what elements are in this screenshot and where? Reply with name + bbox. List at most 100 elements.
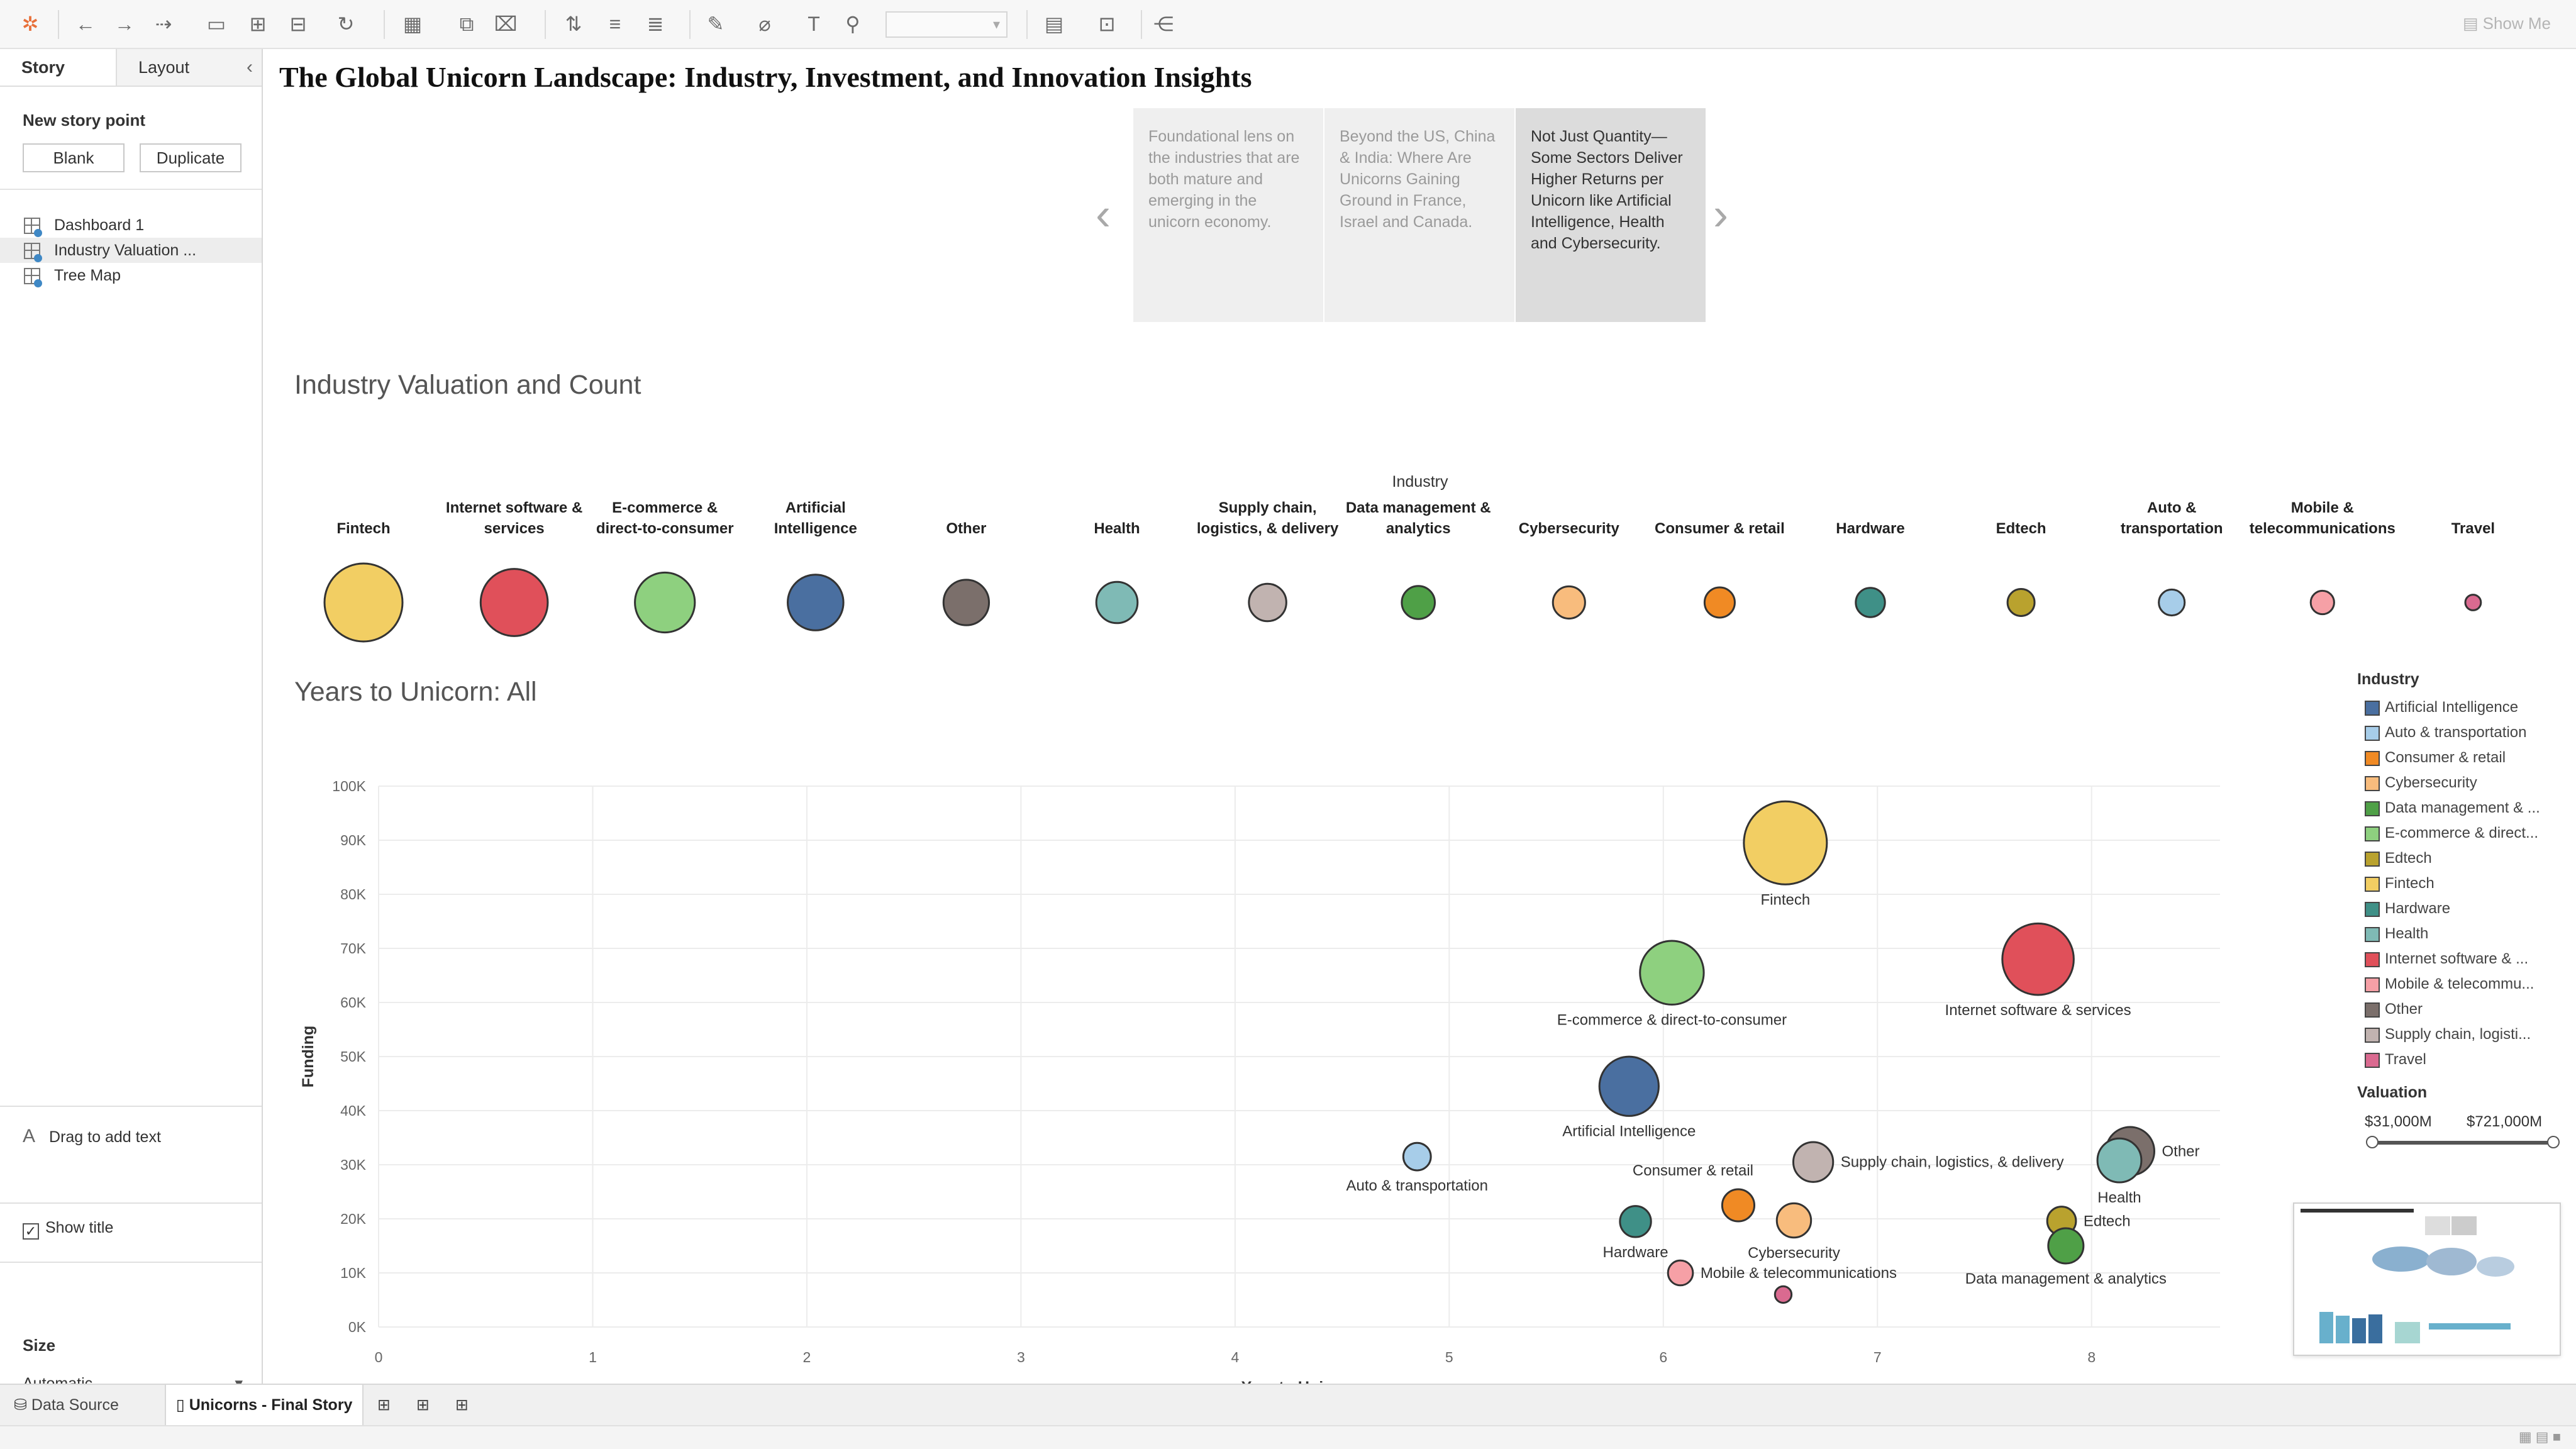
previous-point-icon[interactable]: ‹ — [1096, 189, 1111, 240]
blank-button[interactable]: Blank — [23, 143, 125, 172]
undo-icon[interactable]: ← — [73, 11, 98, 36]
valuation-slider[interactable] — [2366, 1133, 2560, 1152]
duplicate-sheet-icon[interactable]: ⧉ — [454, 11, 479, 36]
show-me-icon: ▤ — [2462, 14, 2483, 33]
save-icon[interactable]: ▭ — [204, 11, 229, 36]
point-artificial-intelligence[interactable] — [1598, 1055, 1660, 1117]
point-cybersecurity[interactable] — [1775, 1202, 1813, 1239]
slider-handle-max[interactable] — [2547, 1136, 2560, 1148]
point-supply-chain-logistics-delivery[interactable] — [1792, 1141, 1835, 1183]
point-health[interactable] — [2096, 1137, 2143, 1184]
data-source-tab[interactable]: ⛁ Data Source — [4, 1385, 129, 1425]
clear-sheet-icon[interactable]: ⌧ — [493, 11, 518, 36]
legend-item-supply-chain-logisti[interactable]: Supply chain, logisti... — [2357, 1022, 2558, 1047]
story-point-caption-2[interactable]: Beyond the US, China & India: Where Are … — [1324, 108, 1514, 322]
story-point-industry-valuation[interactable]: Industry Valuation ... — [0, 238, 262, 263]
bubble-artificial-intelligence[interactable] — [787, 574, 845, 631]
legend-item-consumer-retail[interactable]: Consumer & retail — [2357, 745, 2558, 770]
bubble-other[interactable] — [942, 579, 991, 626]
view-mode-icons[interactable]: ▦ ▤ ■ — [2519, 1429, 2561, 1445]
point-consumer-retail[interactable] — [1721, 1188, 1756, 1223]
industry-label: Hardware — [1836, 520, 1904, 537]
navigator-thumbnail[interactable] — [2293, 1202, 2561, 1356]
legend-label: Internet software & ... — [2385, 950, 2529, 967]
story-sheet-tab[interactable]: ▯ Unicorns - Final Story — [165, 1385, 364, 1425]
fit-dropdown[interactable] — [886, 11, 1008, 38]
bubble-travel[interactable] — [2464, 594, 2482, 611]
fix-axes-icon[interactable]: ⚲ — [840, 11, 865, 36]
show-mark-labels-icon[interactable]: T — [801, 11, 826, 36]
story-point-dashboard-1[interactable]: Dashboard 1 — [0, 213, 262, 238]
legend-item-auto-transportation[interactable]: Auto & transportation — [2357, 720, 2558, 745]
bubble-consumer-retail[interactable] — [1703, 586, 1736, 619]
legend-swatch — [2365, 726, 2380, 741]
bubble-supply-chain-logistics-delivery[interactable] — [1248, 582, 1287, 623]
refresh-icon[interactable]: ↻ — [333, 11, 358, 36]
new-data-source-icon[interactable]: ⊞ — [245, 11, 270, 36]
presentation-mode-icon[interactable]: ⊡ — [1094, 11, 1119, 36]
point-data-management-analytics[interactable] — [2047, 1227, 2085, 1265]
share-icon[interactable]: ⋲ — [1151, 11, 1176, 36]
new-story-tab-icon[interactable]: ⊞ — [445, 1385, 479, 1425]
tableau-logo-icon[interactable]: ✲ — [18, 11, 43, 36]
show-me-button[interactable]: ▤ Show Me — [2463, 14, 2551, 33]
story-point-caption-3[interactable]: Not Just Quantity—Some Sectors Deliver H… — [1516, 108, 1706, 322]
y-tick-label: 60K — [340, 994, 367, 1011]
duplicate-button[interactable]: Duplicate — [140, 143, 242, 172]
swap-rows-columns-icon[interactable]: ⇅ — [561, 11, 586, 36]
bubble-health[interactable] — [1095, 580, 1139, 625]
new-worksheet-tab-icon[interactable]: ⊞ — [367, 1385, 401, 1425]
legend-item-internet-software[interactable]: Internet software & ... — [2357, 947, 2558, 972]
next-point-icon[interactable]: › — [1713, 189, 1728, 240]
point-e-commerce-direct-to-consumer[interactable] — [1639, 940, 1705, 1006]
point-auto-transportation[interactable] — [1402, 1141, 1432, 1172]
bubble-internet-software-services[interactable] — [479, 568, 549, 637]
bubble-mobile-telecommunications[interactable] — [2309, 589, 2335, 616]
point-mobile-telecommunications[interactable] — [1667, 1259, 1694, 1287]
legend-item-edtech[interactable]: Edtech — [2357, 846, 2558, 871]
legend-item-e-commerce-direct[interactable]: E-commerce & direct... — [2357, 821, 2558, 846]
point-travel[interactable] — [1774, 1285, 1793, 1304]
group-members-icon[interactable]: ⌀ — [752, 11, 777, 36]
point-hardware[interactable] — [1619, 1205, 1652, 1238]
bubble-auto-transportation[interactable] — [2158, 588, 2186, 617]
legend-item-travel[interactable]: Travel — [2357, 1047, 2558, 1072]
pause-updates-icon[interactable]: ⊟ — [286, 11, 311, 36]
point-internet-software-services[interactable] — [2001, 922, 2075, 996]
new-worksheet-icon[interactable]: ▦ — [400, 11, 425, 36]
legend-item-health[interactable]: Health — [2357, 921, 2558, 947]
legend-item-data-management[interactable]: Data management & ... — [2357, 796, 2558, 821]
bubble-e-commerce-direct-to-consumer[interactable] — [634, 571, 696, 634]
bubble-data-management-analytics[interactable] — [1401, 585, 1436, 620]
bubble-fintech[interactable] — [323, 562, 404, 643]
industry-label: Travel — [2451, 520, 2495, 537]
tab-story[interactable]: Story — [0, 49, 116, 86]
story-point-tree-map[interactable]: Tree Map — [0, 263, 262, 288]
sort-descending-icon[interactable]: ≣ — [643, 11, 668, 36]
story-point-caption-1[interactable]: Foundational lens on the industries that… — [1133, 108, 1323, 322]
bubble-cybersecurity[interactable] — [1552, 585, 1586, 620]
point-fintech[interactable] — [1743, 800, 1828, 886]
replay-icon[interactable]: ⇢ — [151, 11, 176, 36]
collapse-panel-icon[interactable]: ‹ — [231, 49, 262, 86]
show-title-checkbox[interactable]: ✓ Show title — [23, 1219, 113, 1240]
new-dashboard-tab-icon[interactable]: ⊞ — [406, 1385, 440, 1425]
legend-item-cybersecurity[interactable]: Cybersecurity — [2357, 770, 2558, 796]
legend-item-mobile-telecommu[interactable]: Mobile & telecommu... — [2357, 972, 2558, 997]
bubble-edtech[interactable] — [2006, 588, 2036, 617]
show-cards-icon[interactable]: ▤ — [1041, 11, 1067, 36]
slider-handle-min[interactable] — [2366, 1136, 2379, 1148]
legend-item-fintech[interactable]: Fintech — [2357, 871, 2558, 896]
tab-layout[interactable]: Layout — [116, 49, 231, 86]
industry-label: Fintech — [336, 520, 390, 537]
legend-label: Auto & transportation — [2385, 724, 2527, 741]
highlight-icon[interactable]: ✎ — [703, 11, 728, 36]
drag-to-add-text[interactable]: A Drag to add text — [23, 1126, 161, 1147]
legend-item-other[interactable]: Other — [2357, 997, 2558, 1022]
bubble-hardware[interactable] — [1855, 587, 1886, 618]
legend-swatch — [2365, 751, 2380, 766]
sort-ascending-icon[interactable]: ≡ — [602, 11, 628, 36]
legend-item-artificial-intelligence[interactable]: Artificial Intelligence — [2357, 695, 2558, 720]
legend-item-hardware[interactable]: Hardware — [2357, 896, 2558, 921]
redo-icon[interactable]: → — [112, 11, 137, 36]
